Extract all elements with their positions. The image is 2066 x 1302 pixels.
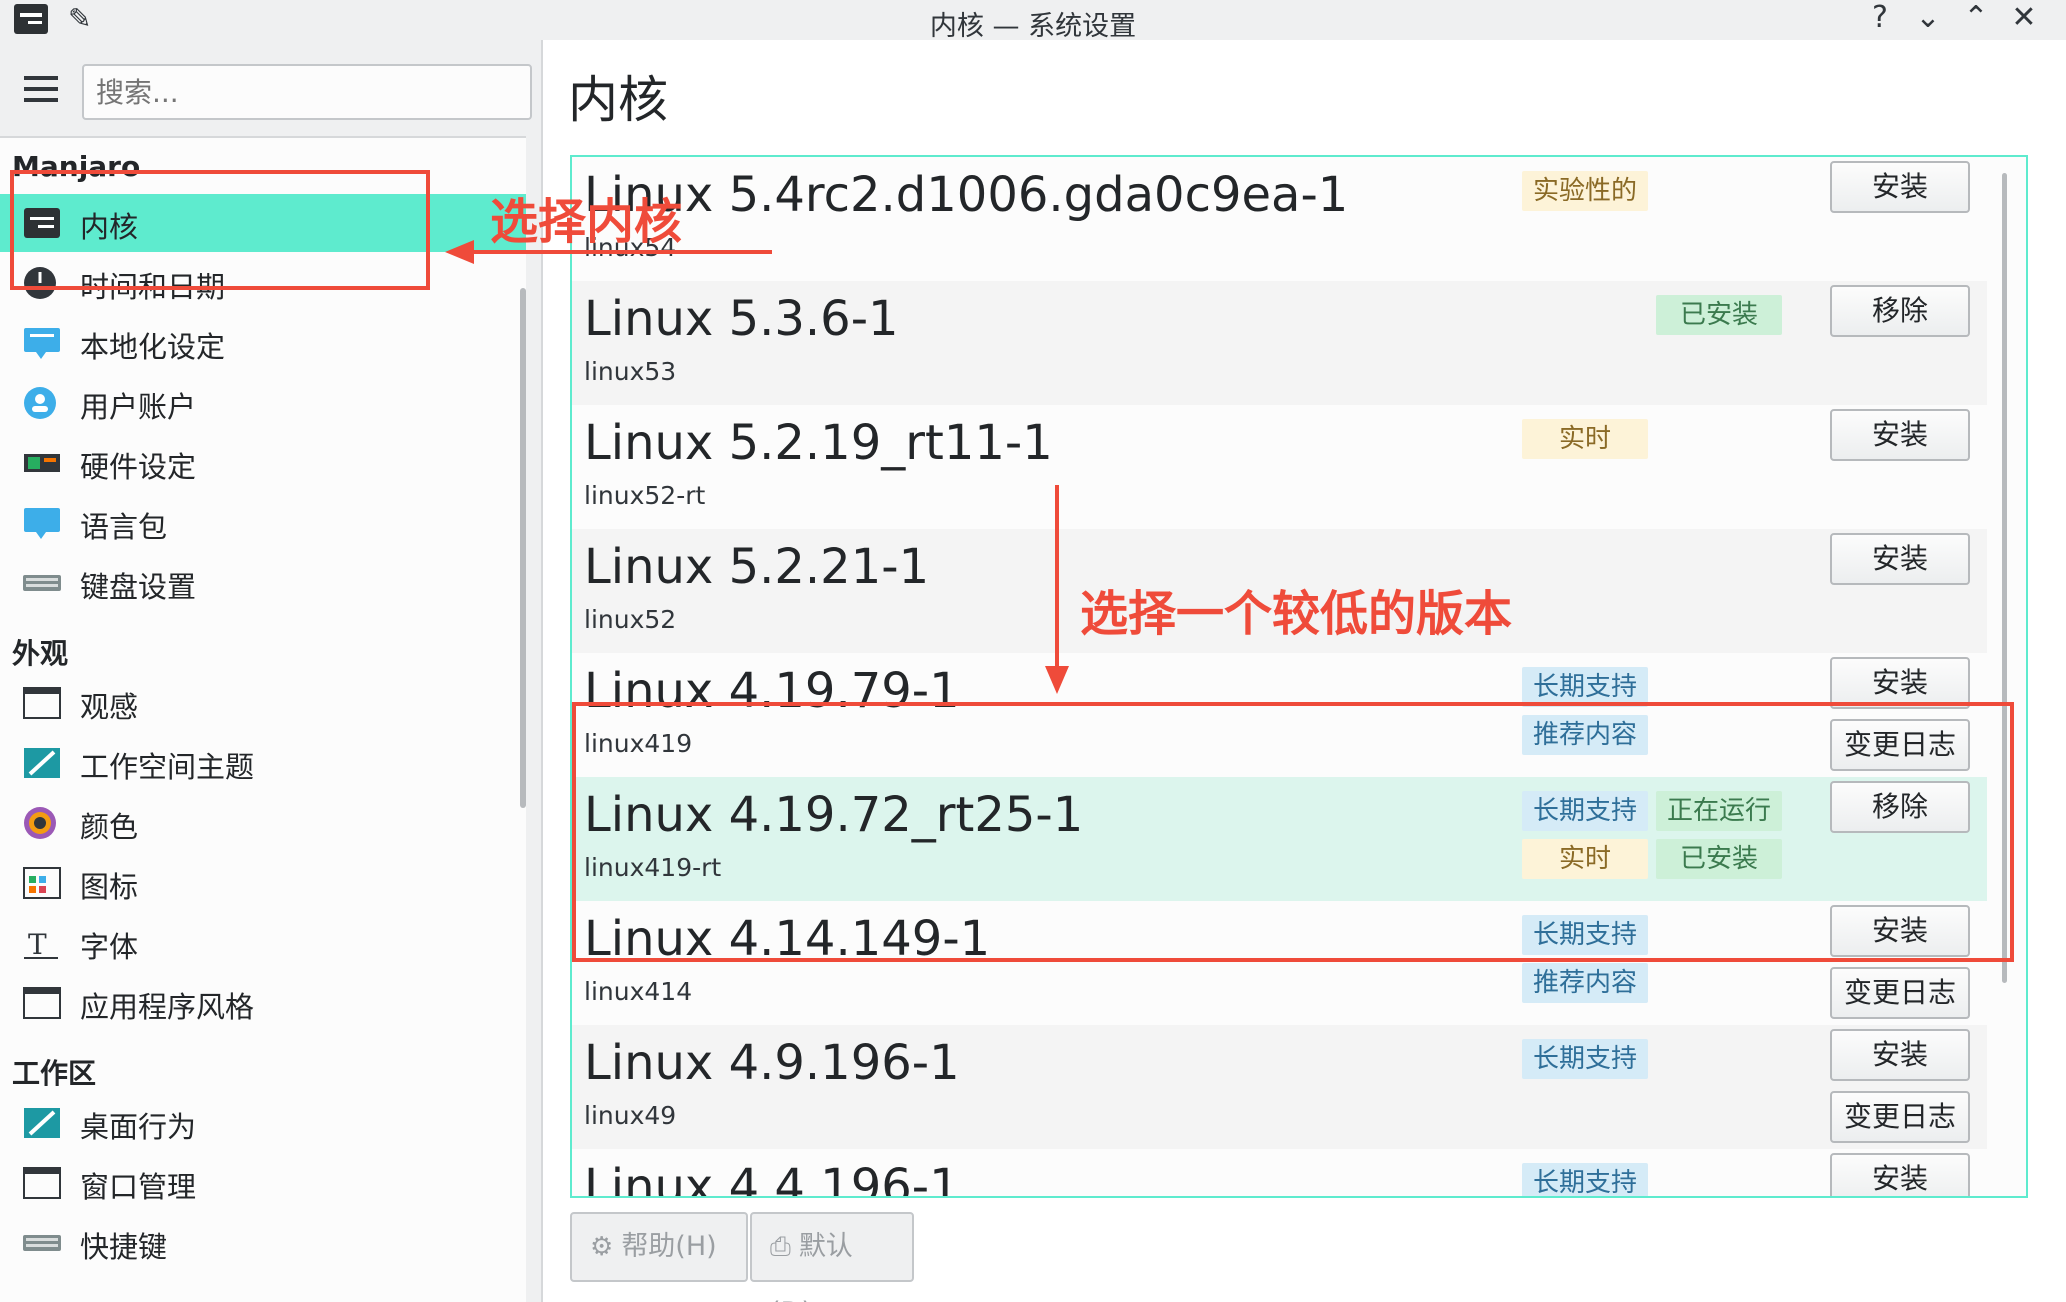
icons-icon bbox=[22, 866, 62, 900]
kernel-row[interactable]: Linux 4.9.196-1 linux49 长期支持 安装 变更日志 bbox=[572, 1025, 1987, 1149]
window-icon bbox=[22, 1166, 62, 1200]
sidebar-item-label: 工作空间主题 bbox=[80, 750, 255, 784]
color-wheel-icon bbox=[22, 806, 62, 840]
locale-icon bbox=[22, 326, 62, 360]
sidebar-item-label: 本地化设定 bbox=[80, 330, 226, 364]
sidebar-item-label: 快捷键 bbox=[80, 1230, 168, 1264]
sidebar-item-keyboard[interactable]: 键盘设置 bbox=[0, 554, 526, 612]
kernel-package: linux52-rt bbox=[584, 481, 706, 510]
kernel-package: linux53 bbox=[584, 357, 677, 386]
help-icon: ⚙ bbox=[590, 1232, 614, 1262]
sidebar-item-desktop-behavior[interactable]: 桌面行为 bbox=[0, 1094, 526, 1152]
keyboard-icon bbox=[22, 566, 62, 600]
status-badge: 长期支持 bbox=[1522, 667, 1648, 707]
kernel-name: Linux 5.3.6-1 bbox=[584, 291, 899, 347]
kernel-package: linux52 bbox=[584, 605, 677, 634]
install-button[interactable]: 安装 bbox=[1830, 409, 1970, 461]
defaults-button[interactable]: ⎙默认(D) bbox=[750, 1212, 914, 1302]
annotation-select-kernel: 选择内核 bbox=[490, 194, 683, 250]
close-icon[interactable]: ✕ bbox=[2002, 0, 2046, 38]
maximize-icon[interactable]: ⌃ bbox=[1954, 0, 1998, 38]
sidebar-item-hardware[interactable]: 硬件设定 bbox=[0, 434, 526, 492]
sidebar-item-label: 应用程序风格 bbox=[80, 990, 255, 1024]
page-title: 内核 bbox=[568, 71, 668, 129]
install-button[interactable]: 安装 bbox=[1830, 1029, 1970, 1081]
sidebar-item-label: 硬件设定 bbox=[80, 450, 197, 484]
svg-text:T: T bbox=[28, 928, 47, 960]
font-icon: T bbox=[22, 926, 62, 961]
install-button[interactable]: 安装 bbox=[1830, 533, 1970, 585]
sidebar-item-label: 键盘设置 bbox=[80, 570, 197, 604]
kernel-list: Linux 5.4rc2.d1006.gda0c9ea-1 linux54 实验… bbox=[570, 155, 2028, 1198]
kernel-package: linux414 bbox=[584, 977, 693, 1006]
help-button-label: 帮助(H) bbox=[621, 1231, 717, 1262]
window-icon bbox=[22, 686, 62, 720]
kernel-row[interactable]: Linux 5.3.6-1 linux53 已安装 移除 bbox=[572, 281, 1987, 405]
sidebar-item-app-style[interactable]: 应用程序风格 bbox=[0, 974, 526, 1032]
sidebar-item-users[interactable]: 用户账户 bbox=[0, 374, 526, 432]
menu-icon[interactable] bbox=[24, 76, 58, 102]
status-badge: 推荐内容 bbox=[1522, 963, 1648, 1003]
sidebar-item-icons[interactable]: 图标 bbox=[0, 854, 526, 912]
changelog-button[interactable]: 变更日志 bbox=[1830, 1091, 1970, 1143]
kernel-name: Linux 5.2.19_rt11-1 bbox=[584, 415, 1053, 471]
status-badge: 已安装 bbox=[1656, 295, 1782, 335]
sidebar-item-label: 图标 bbox=[80, 870, 139, 904]
sidebar-item-label: 字体 bbox=[80, 930, 139, 964]
sidebar-item-shortcuts[interactable]: 快捷键 bbox=[0, 1214, 526, 1272]
changelog-button[interactable]: 变更日志 bbox=[1830, 967, 1970, 1019]
status-badge: 长期支持 bbox=[1522, 1163, 1648, 1196]
remove-button[interactable]: 移除 bbox=[1830, 285, 1970, 337]
annotation-box-versions bbox=[572, 702, 2014, 962]
sidebar-item-colors[interactable]: 颜色 bbox=[0, 794, 526, 852]
section-header-appearance: 外观 bbox=[12, 637, 69, 670]
help-icon[interactable]: ? bbox=[1858, 0, 1902, 38]
brush-icon bbox=[22, 746, 62, 780]
status-badge: 实验性的 bbox=[1522, 171, 1648, 211]
keyboard-icon bbox=[22, 1226, 62, 1260]
sidebar-item-label: 语言包 bbox=[80, 510, 168, 544]
kernel-row[interactable]: Linux 4.4.196-1 长期支持 安装 bbox=[572, 1149, 1987, 1198]
user-icon bbox=[22, 386, 62, 420]
sidebar-item-label: 窗口管理 bbox=[80, 1170, 197, 1204]
sidebar-item-locale[interactable]: 本地化设定 bbox=[0, 314, 526, 372]
sidebar-item-look-and-feel[interactable]: 观感 bbox=[0, 674, 526, 732]
kernel-row[interactable]: Linux 5.2.19_rt11-1 linux52-rt 实时 安装 bbox=[572, 405, 1987, 529]
window-title: 内核 — 系统设置 bbox=[929, 11, 1137, 42]
status-badge: 长期支持 bbox=[1522, 1039, 1648, 1079]
sidebar-item-label: 观感 bbox=[80, 690, 139, 724]
sidebar-item-window-management[interactable]: 窗口管理 bbox=[0, 1154, 526, 1212]
window-icon bbox=[22, 986, 62, 1020]
kernel-name: Linux 4.9.196-1 bbox=[584, 1035, 960, 1091]
sidebar-list: Manjaro 内核 时间和日期 本地化设定 用户账户 硬件设定 语言包 键盘设… bbox=[0, 136, 526, 1302]
brush-icon bbox=[22, 1106, 62, 1140]
help-button[interactable]: ⚙ 帮助(H) bbox=[570, 1212, 748, 1282]
search-input[interactable] bbox=[82, 64, 532, 120]
section-header-workspace: 工作区 bbox=[12, 1057, 97, 1090]
kernel-name: Linux 5.4rc2.d1006.gda0c9ea-1 bbox=[584, 167, 1349, 223]
sidebar-item-label: 桌面行为 bbox=[80, 1110, 197, 1144]
annotation-box-kernel bbox=[10, 170, 430, 290]
hardware-icon bbox=[22, 446, 62, 480]
reset-icon: ⎙ bbox=[770, 1232, 791, 1262]
kernel-name: Linux 4.4.196-1 bbox=[584, 1159, 960, 1198]
kernel-package: linux49 bbox=[584, 1101, 677, 1130]
language-icon bbox=[22, 506, 62, 540]
kernel-row[interactable]: Linux 5.4rc2.d1006.gda0c9ea-1 linux54 实验… bbox=[572, 157, 1987, 281]
install-button[interactable]: 安装 bbox=[1830, 161, 1970, 213]
sidebar-item-language-pack[interactable]: 语言包 bbox=[0, 494, 526, 552]
sidebar-item-label: 颜色 bbox=[80, 810, 139, 844]
status-badge: 实时 bbox=[1522, 419, 1648, 459]
annotation-select-lower: 选择一个较低的版本 bbox=[1080, 586, 1513, 642]
minimize-icon[interactable]: ⌄ bbox=[1906, 0, 1950, 38]
sidebar-item-label: 用户账户 bbox=[80, 390, 197, 424]
title-bar: ✎ 内核 — 系统设置 ? ⌄ ⌃ ✕ bbox=[0, 0, 2066, 42]
install-button[interactable]: 安装 bbox=[1830, 1153, 1970, 1196]
sidebar-item-fonts[interactable]: T 字体 bbox=[0, 914, 526, 972]
sidebar-item-workspace-theme[interactable]: 工作空间主题 bbox=[0, 734, 526, 792]
kernel-name: Linux 5.2.21-1 bbox=[584, 539, 930, 595]
